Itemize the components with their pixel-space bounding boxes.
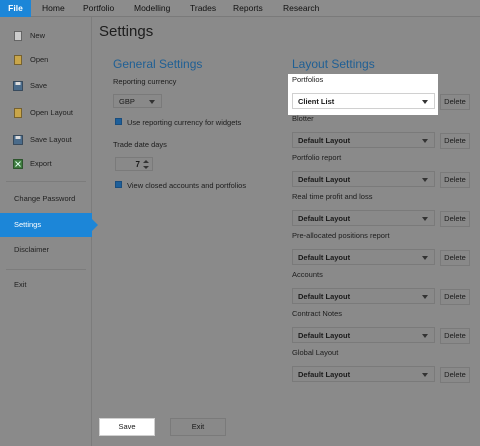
sidebar-item-label: Change Password	[14, 194, 76, 203]
sidebar-item-change-password[interactable]: Change Password	[0, 187, 92, 211]
layout-select-value: Default Layout	[298, 136, 351, 145]
menu-bar: File Home Portfolio Modelling Trades Rep…	[0, 0, 480, 17]
menu-trades[interactable]: Trades	[190, 0, 216, 17]
layout-select-value: Default Layout	[298, 370, 351, 379]
sidebar-item-disclaimer[interactable]: Disclaimer	[0, 238, 92, 262]
trade-date-days-value: 7	[135, 160, 140, 169]
chevron-down-icon	[422, 373, 428, 377]
currency-select[interactable]: GBP	[113, 94, 162, 108]
chevron-down-icon	[422, 139, 428, 143]
save-layout-icon	[13, 135, 23, 145]
layout-select[interactable]: Default Layout	[292, 171, 435, 187]
layout-select[interactable]: Default Layout	[292, 288, 435, 304]
layout-select[interactable]: Client List	[292, 93, 435, 109]
delete-button[interactable]: Delete	[440, 94, 470, 110]
layout-row-label: Real time profit and loss	[292, 192, 373, 201]
sidebar-item-label: Save Layout	[30, 135, 72, 144]
layout-select[interactable]: Default Layout	[292, 132, 435, 148]
use-reporting-currency-label: Use reporting currency for widgets	[127, 118, 242, 127]
chevron-down-icon	[422, 178, 428, 182]
sidebar-item-label: Open	[30, 55, 49, 64]
layout-row-label: Global Layout	[292, 348, 339, 357]
sidebar-item-label: Settings	[14, 220, 42, 229]
sidebar-divider	[6, 269, 86, 270]
menu-home[interactable]: Home	[42, 0, 65, 17]
delete-button[interactable]: Delete	[440, 211, 470, 227]
layout-select[interactable]: Default Layout	[292, 249, 435, 265]
chevron-up-icon[interactable]	[143, 160, 149, 163]
chevron-down-icon	[422, 100, 428, 104]
page-title: Settings	[99, 23, 154, 40]
sidebar-item-open-layout[interactable]: Open Layout	[0, 101, 92, 125]
chevron-down-icon	[149, 100, 155, 104]
delete-button[interactable]: Delete	[440, 172, 470, 188]
layout-row-label: Pre-allocated positions report	[292, 231, 390, 240]
delete-button[interactable]: Delete	[440, 289, 470, 305]
layout-row-label: Portfolio report	[292, 153, 342, 162]
reporting-currency-label: Reporting currency	[113, 77, 177, 86]
sidebar-item-label: Save	[30, 81, 48, 90]
sidebar-item-open[interactable]: Open	[0, 48, 92, 72]
layout-select-value: Default Layout	[298, 331, 351, 340]
sidebar-item-label: Open Layout	[30, 108, 73, 117]
save-button[interactable]: Save	[99, 418, 155, 436]
layout-select[interactable]: Default Layout	[292, 327, 435, 343]
trade-date-days-label: Trade date days	[113, 140, 167, 149]
delete-button[interactable]: Delete	[440, 328, 470, 344]
use-reporting-currency-checkbox[interactable]	[115, 118, 122, 125]
delete-button[interactable]: Delete	[440, 133, 470, 149]
layout-row-label: Accounts	[292, 270, 323, 279]
general-settings-heading: General Settings	[113, 57, 203, 71]
chevron-down-icon	[422, 256, 428, 260]
layout-select[interactable]: Default Layout	[292, 366, 435, 382]
chevron-down-icon[interactable]	[143, 166, 149, 169]
sidebar-item-new[interactable]: New	[0, 24, 92, 48]
sidebar-divider	[6, 181, 86, 182]
view-closed-checkbox[interactable]	[115, 181, 122, 188]
sidebar-item-label: Export	[30, 159, 52, 168]
menu-reports[interactable]: Reports	[233, 0, 263, 17]
sidebar-item-label: New	[30, 31, 46, 40]
sidebar-item-save-layout[interactable]: Save Layout	[0, 128, 92, 152]
sidebar-item-settings[interactable]: Settings	[0, 213, 98, 237]
sidebar: New Open Save Open Layout Save Layout Ex…	[0, 17, 98, 446]
layout-select-value: Default Layout	[298, 214, 351, 223]
sidebar-item-export[interactable]: Export	[0, 152, 92, 176]
layout-row-label: Blotter	[292, 114, 314, 123]
view-closed-label: View closed accounts and portfolios	[127, 181, 247, 190]
sidebar-item-save[interactable]: Save	[0, 74, 92, 98]
layout-select[interactable]: Default Layout	[292, 210, 435, 226]
trade-date-days-stepper[interactable]: 7	[115, 157, 153, 171]
new-file-icon	[14, 31, 22, 41]
currency-value: GBP	[119, 97, 135, 106]
chevron-down-icon	[422, 217, 428, 221]
menu-research[interactable]: Research	[283, 0, 319, 17]
exit-button[interactable]: Exit	[170, 418, 226, 436]
layout-select-value: Default Layout	[298, 253, 351, 262]
layout-select-value: Client List	[298, 97, 335, 106]
menu-portfolio[interactable]: Portfolio	[83, 0, 114, 17]
chevron-down-icon	[422, 334, 428, 338]
layout-row-label: Portfolios	[292, 75, 324, 84]
sidebar-item-exit[interactable]: Exit	[0, 273, 92, 297]
chevron-down-icon	[422, 295, 428, 299]
delete-button[interactable]: Delete	[440, 367, 470, 383]
export-icon	[13, 159, 23, 169]
menu-modelling[interactable]: Modelling	[134, 0, 170, 17]
menu-file[interactable]: File	[0, 0, 31, 17]
layout-select-value: Default Layout	[298, 175, 351, 184]
layout-select-value: Default Layout	[298, 292, 351, 301]
sidebar-item-label: Disclaimer	[14, 245, 50, 254]
save-icon	[13, 81, 23, 91]
layout-row-label: Contract Notes	[292, 309, 343, 318]
layout-settings-heading: Layout Settings	[292, 57, 375, 71]
open-layout-icon	[14, 108, 22, 118]
open-file-icon	[14, 55, 22, 65]
sidebar-item-label: Exit	[14, 280, 27, 289]
delete-button[interactable]: Delete	[440, 250, 470, 266]
